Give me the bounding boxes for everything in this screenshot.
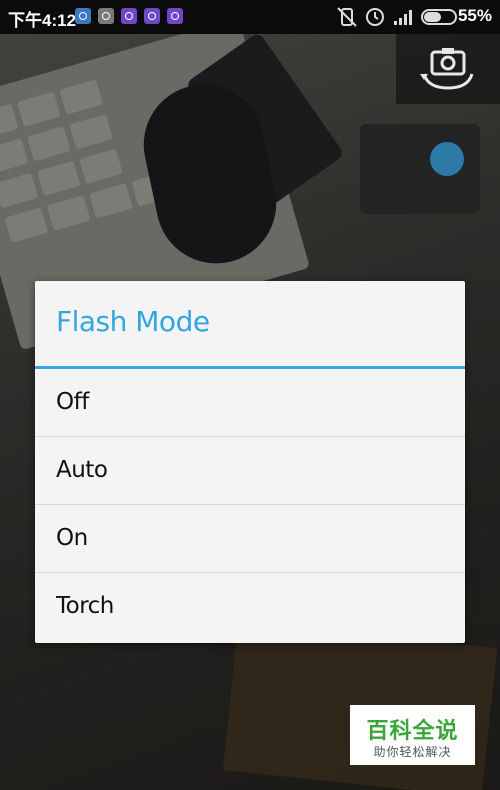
status-time: 下午4:12 [8, 11, 77, 30]
option-label: Auto [56, 457, 108, 483]
flash-option-off[interactable]: Off [35, 369, 465, 437]
flash-option-auto[interactable]: Auto [35, 437, 465, 505]
focus-indicator [430, 142, 464, 176]
dialog-title: Flash Mode [56, 305, 210, 338]
screen: 下午4:12 55% Flash Mode Off Auto On Torch … [0, 0, 500, 790]
tooth-icon [98, 8, 114, 24]
status-bar: 下午4:12 55% [0, 0, 500, 34]
option-label: Torch [56, 593, 114, 619]
dialog-header: Flash Mode [35, 281, 465, 369]
battery-percent: 55% [457, 6, 492, 25]
signal-icon [394, 10, 412, 25]
app-icon [144, 8, 160, 24]
watermark-main: 百科全说 [366, 719, 459, 744]
flash-option-torch[interactable]: Torch [35, 573, 465, 641]
vibrate-icon [337, 7, 357, 27]
option-label: On [56, 525, 88, 551]
switch-camera-button[interactable] [396, 34, 500, 104]
app-icon [167, 8, 183, 24]
alarm-icon [366, 8, 384, 26]
battery-icon [421, 9, 457, 25]
flash-mode-dialog: Flash Mode Off Auto On Torch [35, 281, 465, 643]
watermark-sub: 助你轻松解决 [373, 745, 452, 759]
app-icon [121, 8, 137, 24]
gallery-icon [75, 8, 91, 24]
flash-option-on[interactable]: On [35, 505, 465, 573]
watermark-logo: 百科全说 助你轻松解决 [350, 705, 475, 765]
option-label: Off [56, 389, 89, 415]
switch-camera-icon [420, 48, 474, 90]
